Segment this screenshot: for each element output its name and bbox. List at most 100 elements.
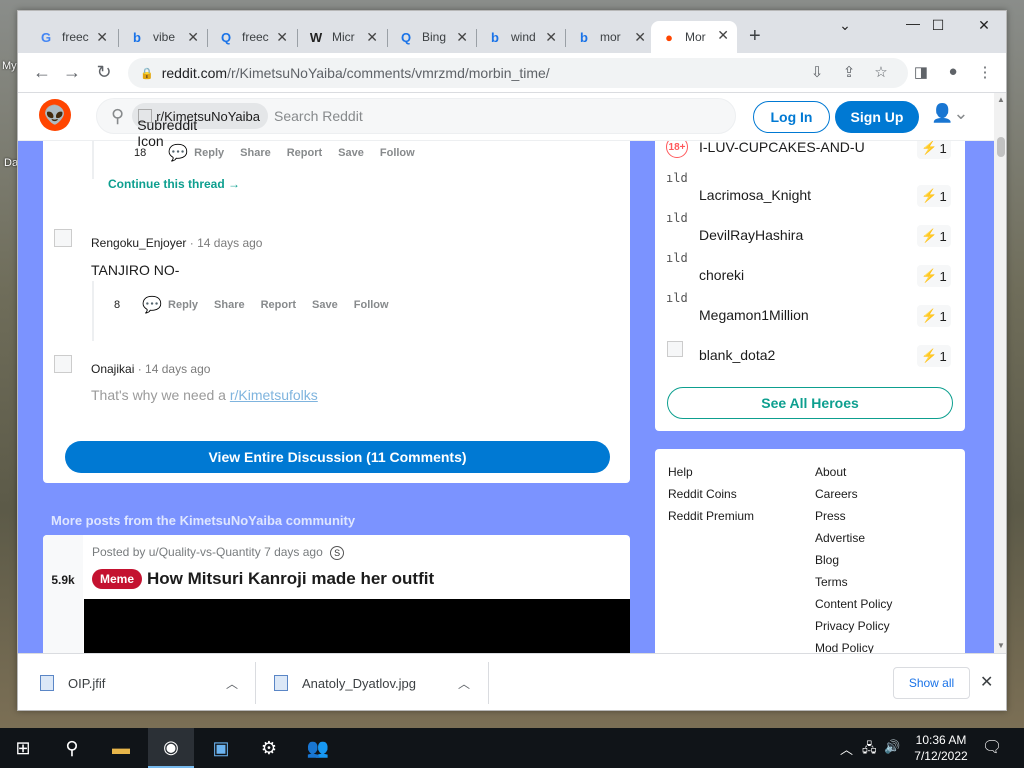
start-windows-icon[interactable]: ⊞: [0, 728, 46, 768]
browser-tab[interactable]: b mor ✕: [566, 23, 654, 51]
comment-author[interactable]: Onajikai: [91, 362, 134, 376]
network-icon[interactable]: 🖧: [862, 739, 877, 761]
scroll-up-arrow-icon[interactable]: ▲: [997, 95, 1005, 104]
desktop-label-2[interactable]: Da: [4, 157, 18, 169]
thread-line[interactable]: [92, 141, 94, 179]
footer-link[interactable]: Careers: [815, 487, 858, 501]
volume-icon[interactable]: 🔊: [884, 739, 900, 755]
comment-time[interactable]: 14 days ago: [197, 236, 262, 250]
post-flair[interactable]: Meme: [92, 569, 143, 589]
avatar[interactable]: [54, 229, 72, 247]
show-all-downloads-button[interactable]: Show all: [893, 667, 970, 699]
download-item[interactable]: Anatoly_Dyatlov.jpg ︿: [274, 654, 484, 710]
scrollbar-thumb[interactable]: [997, 137, 1005, 157]
install-icon[interactable]: ⇩: [806, 63, 828, 81]
share-icon[interactable]: ⇪: [838, 63, 860, 81]
comment-author[interactable]: Rengoku_Enjoyer: [91, 236, 186, 250]
share-button[interactable]: Share: [214, 299, 245, 311]
report-button[interactable]: Report: [261, 299, 296, 311]
footer-link[interactable]: Press: [815, 509, 846, 523]
desktop-label-1[interactable]: My: [2, 60, 17, 72]
hero-row[interactable]: ıld DevilRayHashira ⚡ 1: [655, 211, 965, 255]
close-tab-icon[interactable]: ✕: [187, 29, 199, 46]
settings-gear-icon[interactable]: ⚙: [246, 728, 292, 768]
scroll-down-arrow-icon[interactable]: ▼: [997, 641, 1005, 650]
notifications-icon[interactable]: 🗨: [982, 737, 1002, 757]
search-icon[interactable]: ⚲: [49, 728, 95, 768]
post-card[interactable]: 5.9k Posted by u/Quality-vs-Quantity 7 d…: [43, 535, 630, 653]
close-tab-icon[interactable]: ✕: [96, 29, 108, 46]
footer-link[interactable]: Advertise: [815, 531, 865, 545]
browser-tab[interactable]: ● Mor ✕: [651, 21, 737, 53]
browser-tab[interactable]: W Micr ✕: [298, 23, 386, 51]
control-panel-icon[interactable]: ▣: [198, 728, 244, 768]
view-entire-discussion-button[interactable]: View Entire Discussion (11 Comments): [65, 441, 610, 473]
save-button[interactable]: Save: [312, 299, 338, 311]
footer-link[interactable]: Terms: [815, 575, 848, 589]
close-tab-icon[interactable]: ✕: [456, 29, 468, 46]
browser-tab[interactable]: Qfreec ✕: [208, 23, 296, 51]
profile-icon[interactable]: ●: [942, 63, 964, 80]
close-tab-icon[interactable]: ✕: [545, 29, 557, 46]
subreddit-link[interactable]: r/Kimetsufolks: [230, 387, 318, 403]
continue-thread-link[interactable]: Continue this thread →: [108, 177, 240, 191]
hero-row[interactable]: 18+ I-LUV-CUPCAKES-AND-U ⚡ 1: [655, 135, 965, 175]
comment-time[interactable]: 14 days ago: [145, 362, 210, 376]
chevron-up-icon[interactable]: ︿: [458, 675, 470, 692]
save-button[interactable]: Save: [338, 147, 364, 159]
back-icon[interactable]: ←: [30, 62, 54, 83]
reload-icon[interactable]: ↻: [92, 62, 116, 83]
browser-tab[interactable]: b vibe ✕: [119, 23, 207, 51]
chevron-up-icon[interactable]: ︿: [226, 675, 238, 692]
new-tab-button[interactable]: +: [749, 25, 761, 48]
close-tab-icon[interactable]: ✕: [366, 29, 378, 46]
address-bar[interactable]: 🔒 reddit.com/r/KimetsuNoYaiba/comments/v…: [128, 58, 908, 88]
award-icon[interactable]: S: [330, 546, 345, 560]
post-title[interactable]: How Mitsuri Kanroji made her outfit: [147, 569, 434, 589]
forward-icon[interactable]: →: [60, 62, 84, 83]
footer-link[interactable]: Help: [668, 465, 693, 479]
close-tab-icon[interactable]: ✕: [276, 29, 288, 46]
hero-row[interactable]: ıld Megamon1Million ⚡ 1: [655, 291, 965, 335]
user-menu-icon[interactable]: 👤⌄: [931, 103, 969, 124]
footer-link[interactable]: Privacy Policy: [815, 619, 890, 633]
report-button[interactable]: Report: [287, 147, 322, 159]
follow-button[interactable]: Follow: [380, 147, 415, 159]
post-image[interactable]: [84, 599, 630, 653]
share-button[interactable]: Share: [240, 147, 271, 159]
post-meta-text[interactable]: Posted by u/Quality-vs-Quantity 7 days a…: [92, 545, 323, 559]
page-scrollbar[interactable]: ▲ ▼: [994, 93, 1006, 653]
hero-row[interactable]: ıld choreki ⚡ 1: [655, 251, 965, 295]
footer-link[interactable]: Blog: [815, 553, 839, 567]
footer-link[interactable]: Reddit Coins: [668, 487, 737, 501]
lock-icon[interactable]: 🔒: [140, 67, 154, 80]
close-downloads-icon[interactable]: ✕: [980, 672, 993, 692]
users-icon[interactable]: 👥: [295, 728, 341, 768]
hero-row[interactable]: ıld Lacrimosa_Knight ⚡ 1: [655, 171, 965, 215]
browser-tab[interactable]: Q Bing ✕: [388, 23, 476, 51]
comment-icon[interactable]: 💬: [142, 295, 162, 315]
sign-up-button[interactable]: Sign Up: [835, 101, 919, 133]
footer-link[interactable]: Content Policy: [815, 597, 892, 611]
reddit-logo-icon[interactable]: 👽: [39, 99, 71, 131]
chrome-icon[interactable]: ◉: [148, 728, 194, 768]
footer-link[interactable]: About: [815, 465, 846, 479]
file-explorer-icon[interactable]: ▬: [98, 728, 144, 768]
tab-search-icon[interactable]: ⌄: [822, 17, 868, 34]
reply-button[interactable]: Reply: [168, 299, 198, 311]
see-all-heroes-button[interactable]: See All Heroes: [667, 387, 953, 419]
close-tab-icon[interactable]: ✕: [717, 27, 729, 44]
download-item[interactable]: OIP.jfif ︿: [40, 654, 250, 710]
reddit-search[interactable]: ⚲ r/KimetsuNoYaiba Subreddit Icon Search…: [96, 98, 736, 149]
follow-button[interactable]: Follow: [354, 299, 389, 311]
close-tab-icon[interactable]: ✕: [634, 29, 646, 46]
clock[interactable]: 10:36 AM 7/12/2022: [906, 732, 976, 764]
subreddit-chip[interactable]: r/KimetsuNoYaiba Subreddit Icon: [132, 103, 268, 149]
menu-kebab-icon[interactable]: ⋮: [974, 63, 996, 81]
bookmark-star-icon[interactable]: ☆: [870, 63, 892, 81]
browser-tab[interactable]: Gfreec ✕: [28, 23, 116, 51]
close-window-icon[interactable]: ✕: [961, 17, 1006, 34]
footer-link[interactable]: Mod Policy: [815, 641, 874, 653]
browser-tab[interactable]: b wind ✕: [477, 23, 565, 51]
hero-row[interactable]: blank_dota2 ⚡ 1: [655, 335, 965, 375]
